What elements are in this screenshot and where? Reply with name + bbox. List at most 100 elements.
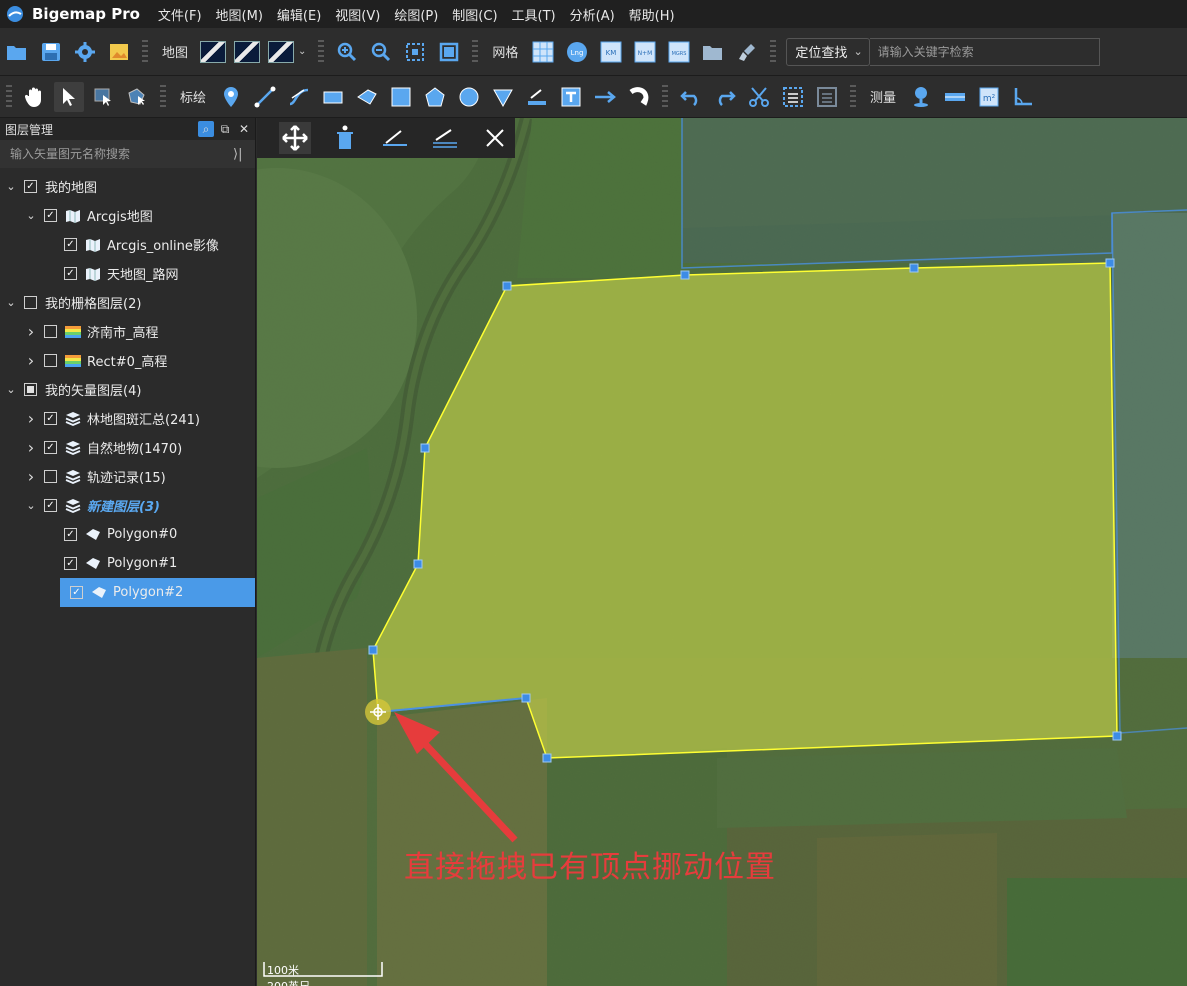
pentagon-icon[interactable]	[420, 82, 450, 112]
expand-down-chevron-icon[interactable]: ⌄	[4, 296, 18, 309]
layer-tree-row[interactable]: ✓ 天地图_路网	[0, 259, 255, 288]
text-label-icon[interactable]	[556, 82, 586, 112]
settings-gear-icon[interactable]	[70, 37, 100, 67]
layer-checkbox[interactable]: ✓	[44, 499, 57, 512]
km-grid-icon[interactable]: KM	[596, 37, 626, 67]
map-source-dropdown-icon[interactable]: ⌄	[298, 46, 306, 57]
list-panel-icon[interactable]	[812, 82, 842, 112]
polygon-2-shape[interactable]	[372, 262, 1118, 759]
layer-checkbox[interactable]: ✓	[64, 267, 77, 280]
expand-right-chevron-icon[interactable]: ›	[24, 467, 38, 486]
layer-tree-row[interactable]: ⌄ ✓ 我的地图	[0, 172, 255, 201]
layer-search-input[interactable]	[0, 147, 233, 161]
toolbar-grip[interactable]	[850, 84, 857, 109]
map-source-thumbnail-3[interactable]	[268, 40, 295, 63]
measure-area-icon[interactable]: m²	[974, 82, 1004, 112]
menu-tools[interactable]: 工具(T)	[512, 5, 556, 24]
polygon-select-icon[interactable]	[122, 82, 152, 112]
rectangle-icon[interactable]	[318, 82, 348, 112]
menu-file[interactable]: 文件(F)	[158, 5, 202, 24]
image-icon[interactable]	[104, 37, 134, 67]
layer-tree-row[interactable]: › ✓ 林地图斑汇总(241)	[0, 404, 255, 433]
pan-hand-icon[interactable]	[20, 82, 50, 112]
expand-down-chevron-icon[interactable]: ⌄	[24, 499, 38, 512]
layer-checkbox[interactable]: ✓	[24, 180, 37, 193]
toolbar-grip[interactable]	[770, 39, 777, 64]
layer-checkbox[interactable]	[24, 296, 37, 309]
full-screen-icon[interactable]	[434, 37, 464, 67]
close-icon[interactable]: ✕	[236, 121, 252, 137]
toolbar-grip[interactable]	[160, 84, 166, 109]
expand-right-chevron-icon[interactable]: ›	[24, 438, 38, 457]
save-icon[interactable]	[36, 37, 66, 67]
layer-tree-row[interactable]: ✓ Polygon#0	[0, 520, 255, 549]
layer-checkbox[interactable]: ✓	[44, 209, 57, 222]
curved-arrow-icon[interactable]	[624, 82, 654, 112]
toolbar-grip[interactable]	[6, 84, 12, 109]
layer-tree-row[interactable]: › 济南市_高程	[0, 317, 255, 346]
layer-tree-row[interactable]: ✓ Arcgis_online影像	[0, 230, 255, 259]
layer-tree-row[interactable]: ⌄ 我的矢量图层(4)	[0, 375, 255, 404]
zoom-extent-icon[interactable]	[400, 37, 430, 67]
search-icon[interactable]: ⌕	[198, 121, 214, 137]
redo-icon[interactable]	[710, 82, 740, 112]
polyline-icon[interactable]	[250, 82, 280, 112]
toolbar-grip[interactable]	[318, 39, 325, 64]
lng-grid-icon[interactable]: Lng	[562, 37, 592, 67]
arrow-line-icon[interactable]	[590, 82, 620, 112]
map-source-thumbnail-1[interactable]	[200, 40, 227, 63]
menu-edit[interactable]: 编辑(E)	[277, 5, 321, 24]
layer-checkbox[interactable]	[24, 383, 37, 396]
square-icon[interactable]	[386, 82, 416, 112]
expand-down-chevron-icon[interactable]: ⌄	[4, 383, 18, 396]
layer-checkbox[interactable]: ✓	[44, 412, 57, 425]
zoom-out-icon[interactable]	[366, 37, 396, 67]
expand-down-chevron-icon[interactable]: ⌄	[4, 180, 18, 193]
map-source-thumbnail-2[interactable]	[234, 40, 261, 63]
layer-tree-row[interactable]: ✓ Polygon#2	[60, 578, 255, 607]
layer-checkbox[interactable]	[44, 470, 57, 483]
layer-checkbox[interactable]: ✓	[64, 238, 77, 251]
sector-icon[interactable]	[488, 82, 518, 112]
undo-icon[interactable]	[676, 82, 706, 112]
menu-map[interactable]: 地图(M)	[216, 5, 263, 24]
menu-help[interactable]: 帮助(H)	[629, 5, 675, 24]
keyword-search-input[interactable]	[869, 37, 1100, 66]
layer-checkbox[interactable]	[44, 325, 57, 338]
menu-view[interactable]: 视图(V)	[335, 5, 380, 24]
layer-checkbox[interactable]: ✓	[70, 586, 83, 599]
measure-point-icon[interactable]	[906, 82, 936, 112]
menu-cartography[interactable]: 制图(C)	[452, 5, 497, 24]
layer-checkbox[interactable]: ✓	[64, 557, 77, 570]
move-vertex-icon[interactable]	[279, 122, 311, 154]
box-select-icon[interactable]	[88, 82, 118, 112]
nm-grid-icon[interactable]: N+M	[630, 37, 660, 67]
curve-line-icon[interactable]	[284, 82, 314, 112]
toolbar-grip[interactable]	[472, 39, 479, 64]
delete-vertex-icon[interactable]	[329, 122, 361, 154]
clear-brush-icon[interactable]	[732, 37, 762, 67]
menu-analysis[interactable]: 分析(A)	[570, 5, 615, 24]
layer-tree-row[interactable]: ⌄ ✓ 新建图层(3)	[0, 491, 255, 520]
layer-checkbox[interactable]: ✓	[64, 528, 77, 541]
expand-down-chevron-icon[interactable]: ⌄	[24, 209, 38, 222]
layer-tree-row[interactable]: › ✓ 自然地物(1470)	[0, 433, 255, 462]
split-line-icon[interactable]	[429, 122, 461, 154]
locate-search-dropdown[interactable]: 定位查找 ⌄	[786, 37, 870, 66]
zoom-in-icon[interactable]	[332, 37, 362, 67]
measure-angle-icon[interactable]	[1008, 82, 1038, 112]
folder-icon[interactable]	[698, 37, 728, 67]
grid-icon[interactable]	[528, 37, 558, 67]
measure-distance-icon[interactable]	[940, 82, 970, 112]
expand-right-chevron-icon[interactable]: ›	[24, 322, 38, 341]
layer-tree-row[interactable]: ⌄ ✓ Arcgis地图	[0, 201, 255, 230]
layer-checkbox[interactable]	[44, 354, 57, 367]
layer-tree-row[interactable]: › 轨迹记录(15)	[0, 462, 255, 491]
collapse-panel-icon[interactable]: ⟩|	[233, 147, 255, 162]
circle-icon[interactable]	[454, 82, 484, 112]
attribute-table-icon[interactable]	[778, 82, 808, 112]
marker-pin-icon[interactable]	[216, 82, 246, 112]
mgrs-grid-icon[interactable]: MGRS	[664, 37, 694, 67]
toolbar-grip[interactable]	[662, 84, 669, 109]
restore-window-icon[interactable]: ⧉	[217, 121, 233, 137]
